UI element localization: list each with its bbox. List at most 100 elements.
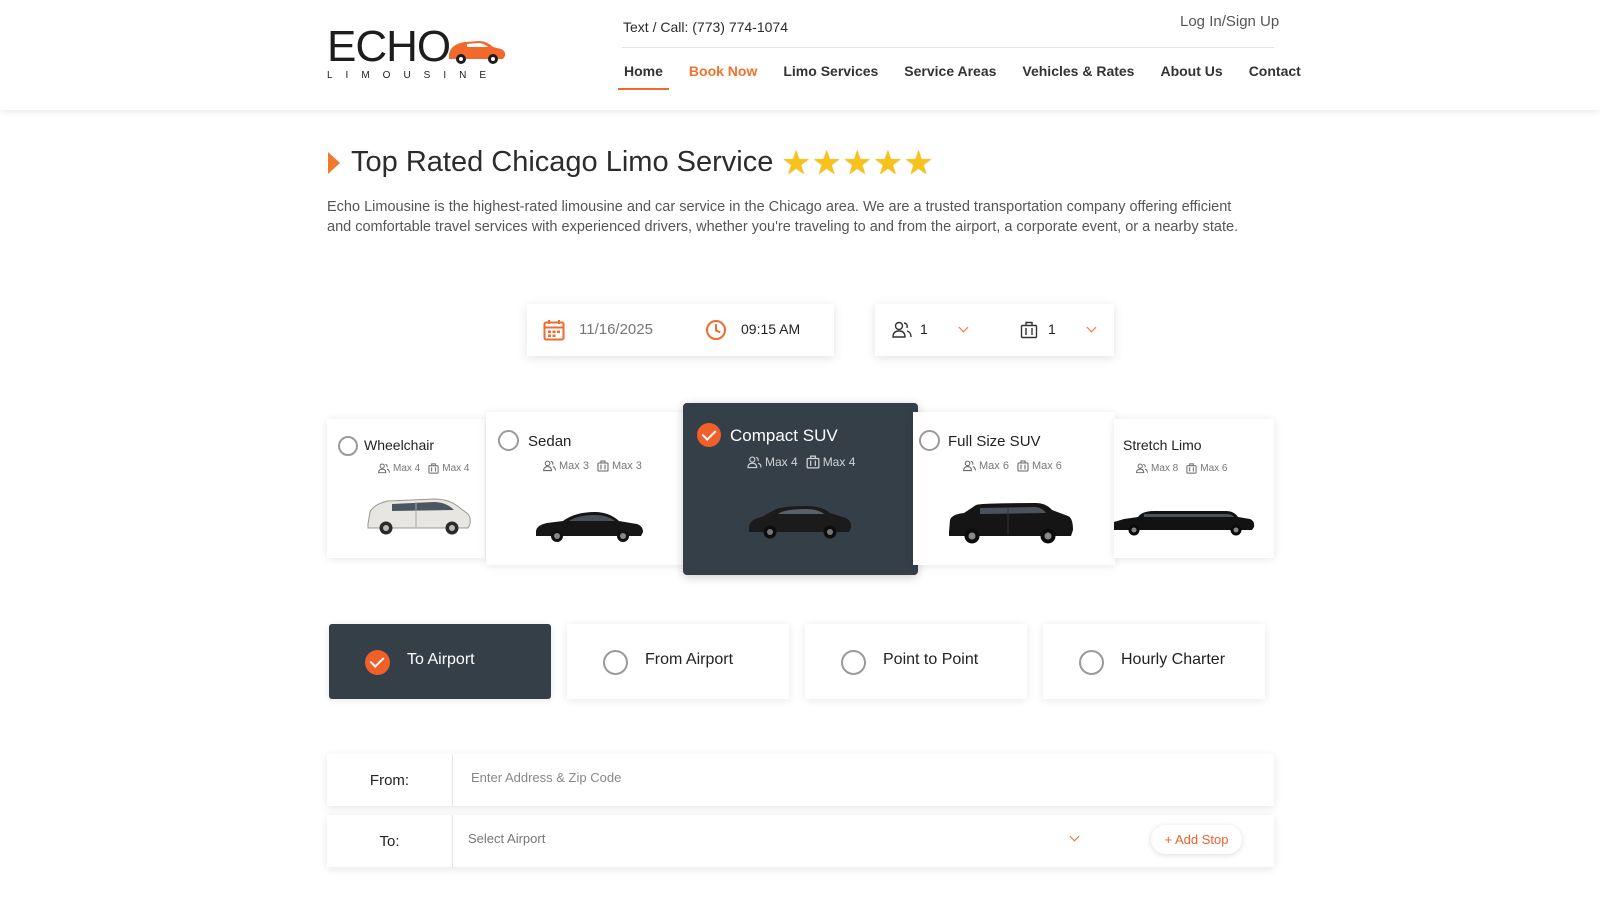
trip-type-label: To Airport xyxy=(407,651,475,668)
luggage-icon xyxy=(1017,460,1029,472)
stretch-limo-image xyxy=(1114,511,1255,536)
vehicle-radio[interactable] xyxy=(919,430,940,451)
phone-contact[interactable]: Text / Call: (773) 774-1074 xyxy=(623,19,788,35)
minivan-image xyxy=(367,498,471,535)
trip-type-label: Hourly Charter xyxy=(1121,651,1226,668)
max-passengers: Max 4 xyxy=(765,455,798,469)
logo-car-icon xyxy=(449,41,506,64)
main-nav: Home Book Now Limo Services Service Area… xyxy=(618,56,1321,90)
trip-type-radio[interactable] xyxy=(603,650,628,675)
vehicle-radio[interactable] xyxy=(498,430,519,451)
site-header: ECHO LIMOUSINE Text / Call: (773) 774-10… xyxy=(0,0,1600,110)
vehicle-name: Full Size SUV xyxy=(948,433,1041,450)
from-label: From: xyxy=(327,754,453,806)
star-icon: ★ xyxy=(873,144,903,181)
logo-text: ECHO xyxy=(327,22,451,71)
echo-logo[interactable]: ECHO LIMOUSINE xyxy=(327,22,507,86)
calendar-icon[interactable] xyxy=(543,319,565,341)
login-signup-link[interactable]: Log In/Sign Up xyxy=(1180,13,1279,30)
passengers-count[interactable]: 1 xyxy=(920,321,928,337)
max-luggage: Max 4 xyxy=(442,463,470,474)
max-luggage: Max 4 xyxy=(822,455,856,469)
nav-service-areas[interactable]: Service Areas xyxy=(898,56,1002,90)
star-icon: ★ xyxy=(811,144,842,181)
passengers-icon xyxy=(1136,463,1148,474)
passengers-icon xyxy=(543,460,556,472)
add-stop-button[interactable]: + Add Stop xyxy=(1151,825,1242,854)
from-address-input[interactable] xyxy=(471,770,1171,785)
sedan-image xyxy=(536,512,643,542)
checkmark-icon[interactable] xyxy=(697,423,721,447)
vehicle-capacity: Max 4 Max 4 xyxy=(747,455,855,469)
header-divider xyxy=(622,47,1274,48)
time-field[interactable]: 09:15 AM xyxy=(741,321,800,337)
hero-description: Echo Limousine is the highest-rated limo… xyxy=(327,199,1239,235)
vehicle-name: Sedan xyxy=(528,433,572,450)
to-label: To: xyxy=(327,815,453,867)
full-size-suv-image xyxy=(949,503,1073,544)
trip-type-hourly-charter[interactable]: Hourly Charter xyxy=(1043,624,1265,699)
star-icon: ★ xyxy=(903,144,934,181)
vehicle-card-sedan[interactable]: Sedan Max 3 Max 3 xyxy=(486,412,685,565)
airport-select[interactable]: Select Airport xyxy=(468,831,545,846)
nav-contact[interactable]: Contact xyxy=(1243,56,1307,90)
hero-heading: Top Rated Chicago Limo Service ★ ★ ★ ★ ★ xyxy=(328,146,934,179)
trip-type-radio[interactable] xyxy=(841,650,866,675)
nav-limo-services[interactable]: Limo Services xyxy=(777,56,884,90)
nav-book-now[interactable]: Book Now xyxy=(683,56,763,90)
luggage-icon xyxy=(1020,321,1038,339)
vehicle-capacity: Max 6 Max 6 xyxy=(963,460,1062,472)
vehicle-name: Wheelchair xyxy=(364,437,435,453)
max-passengers: Max 4 xyxy=(393,463,421,474)
vehicle-name: Stretch Limo xyxy=(1123,437,1202,453)
vehicle-card-stretch-limo[interactable]: Stretch Limo Max 8 Max 6 xyxy=(1114,419,1274,558)
max-passengers: Max 8 xyxy=(1151,463,1179,474)
max-passengers: Max 3 xyxy=(559,460,589,472)
date-field[interactable]: 11/16/2025 xyxy=(579,321,653,338)
star-rating: ★ ★ ★ ★ ★ xyxy=(781,146,934,179)
passengers-icon xyxy=(963,460,976,472)
from-address-row: From: xyxy=(327,754,1274,806)
nav-home[interactable]: Home xyxy=(618,56,669,90)
logo-wordmark: ECHO xyxy=(327,22,451,72)
luggage-icon xyxy=(428,463,439,474)
passengers-icon xyxy=(892,321,912,338)
to-address-row: To: Select Airport + Add Stop xyxy=(327,815,1274,867)
date-time-picker: 11/16/2025 09:15 AM xyxy=(527,304,834,356)
chevron-down-icon[interactable] xyxy=(1086,322,1097,333)
vehicle-radio[interactable] xyxy=(338,436,358,456)
trip-type-point-to-point[interactable]: Point to Point xyxy=(805,624,1027,699)
vehicle-capacity: Max 3 Max 3 xyxy=(543,460,642,472)
page-title: Top Rated Chicago Limo Service xyxy=(351,146,774,178)
max-luggage: Max 6 xyxy=(1031,460,1062,472)
luggage-icon xyxy=(597,460,609,472)
luggage-count[interactable]: 1 xyxy=(1048,321,1056,337)
arrow-right-icon xyxy=(328,151,340,174)
trip-type-from-airport[interactable]: From Airport xyxy=(567,624,789,699)
passenger-luggage-selector: 1 1 xyxy=(875,304,1114,356)
chevron-down-icon[interactable] xyxy=(1069,831,1080,842)
trip-type-label: Point to Point xyxy=(883,651,979,668)
max-passengers: Max 6 xyxy=(979,460,1009,472)
luggage-icon xyxy=(806,455,820,469)
vehicle-card-compact-suv[interactable]: Compact SUV Max 4 Max 4 xyxy=(683,403,918,575)
trip-type-radio[interactable] xyxy=(1079,650,1104,675)
max-luggage: Max 3 xyxy=(611,460,642,472)
vehicle-capacity: Max 4 Max 4 xyxy=(378,463,469,474)
luggage-icon xyxy=(1186,463,1197,474)
nav-vehicles-rates[interactable]: Vehicles & Rates xyxy=(1016,56,1140,90)
clock-icon[interactable] xyxy=(705,319,727,341)
star-icon: ★ xyxy=(842,144,873,181)
chevron-down-icon[interactable] xyxy=(958,322,969,333)
vehicle-card-wheelchair[interactable]: Wheelchair Max 4 Max 4 xyxy=(327,419,485,558)
vehicle-card-full-size-suv[interactable]: Full Size SUV Max 6 Max 6 xyxy=(913,412,1115,565)
checkmark-icon[interactable] xyxy=(365,650,390,675)
passengers-icon xyxy=(747,456,762,468)
star-icon: ★ xyxy=(781,144,811,181)
logo-tagline: LIMOUSINE xyxy=(327,70,500,81)
trip-type-to-airport[interactable]: To Airport xyxy=(329,624,551,699)
vehicle-name: Compact SUV xyxy=(730,426,838,445)
nav-about-us[interactable]: About Us xyxy=(1154,56,1228,90)
trip-type-label: From Airport xyxy=(645,651,734,668)
suv-image xyxy=(749,506,852,539)
